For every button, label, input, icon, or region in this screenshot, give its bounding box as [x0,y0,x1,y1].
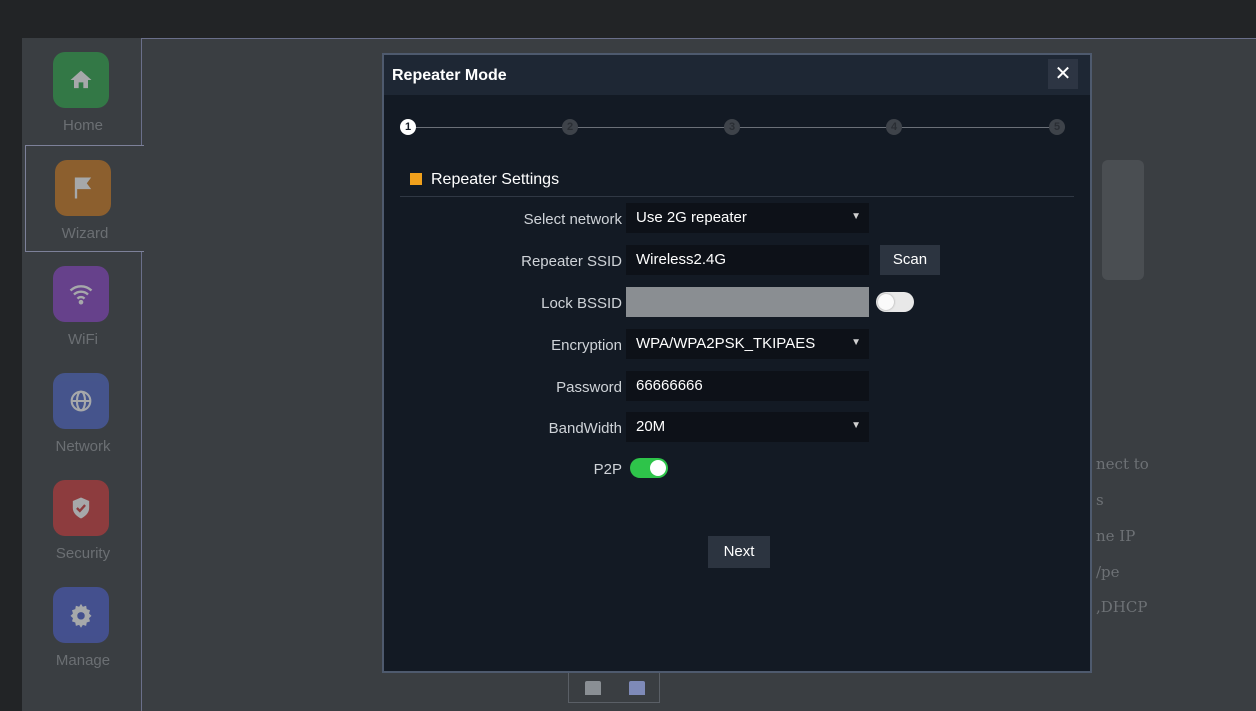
step-4: 4 [886,119,902,135]
sidebar-item-home[interactable]: Home [24,38,142,145]
chevron-down-icon: ▼ [851,420,861,431]
lan-port-icon [585,681,601,695]
encryption-dropdown[interactable]: WPA/WPA2PSK_TKIPAES ▼ [626,329,869,359]
bandwidth-label: BandWidth [548,420,622,437]
background-text: nect to [1096,455,1149,473]
p2p-label: P2P [593,461,622,478]
bandwidth-row: BandWidth 20M ▼ [384,412,1094,444]
password-row: Password 66666666 [384,371,1094,403]
step-1: 1 [400,119,416,135]
step-5: 5 [1049,119,1065,135]
content-top-border [142,38,1256,41]
select-network-dropdown[interactable]: Use 2G repeater ▼ [626,203,869,233]
dialog-header: Repeater Mode ✕ [384,55,1090,95]
repeater-ssid-label: Repeater SSID [521,253,622,270]
wan-port-icon [629,681,645,695]
chevron-down-icon: ▼ [851,211,861,222]
select-network-value: Use 2G repeater [636,209,747,226]
repeater-ssid-input[interactable]: Wireless2.4G [626,245,869,275]
next-button[interactable]: Next [708,536,770,568]
home-icon [53,52,109,108]
encryption-row: Encryption WPA/WPA2PSK_TKIPAES ▼ [384,329,1094,361]
background-text: /pe [1096,563,1120,581]
dialog-title: Repeater Mode [392,67,507,84]
toggle-knob [878,294,894,310]
sidebar-item-network[interactable]: Network [24,359,142,466]
sidebar-item-manage[interactable]: Manage [24,573,142,680]
encryption-value: WPA/WPA2PSK_TKIPAES [636,335,816,352]
wifi-icon [53,266,109,322]
chevron-down-icon: ▼ [851,337,861,348]
section-marker-icon [410,173,422,185]
repeater-mode-dialog: Repeater Mode ✕ 1 2 3 4 5 Repeater Setti… [382,53,1092,673]
sidebar-item-label: Home [62,117,103,134]
password-label: Password [556,379,622,396]
shield-icon [53,480,109,536]
background-card [1102,160,1144,280]
step-3: 3 [724,119,740,135]
background-text: ,DHCP [1096,598,1148,616]
sidebar-item-label: Wizard [61,225,109,242]
repeater-ssid-row: Repeater SSID Wireless2.4G Scan [384,245,1094,277]
lock-bssid-row: Lock BSSID [384,287,1094,319]
globe-icon [53,373,109,429]
step-indicator: 1 2 3 4 5 [400,119,1065,135]
encryption-label: Encryption [551,337,622,354]
flag-icon [55,160,111,216]
select-network-label: Select network [523,211,622,228]
toggle-knob [650,460,666,476]
background-text: ne IP [1096,527,1136,545]
section-header: Repeater Settings [400,171,1074,197]
section-title: Repeater Settings [431,171,560,188]
sidebar-item-label: WiFi [68,331,98,348]
select-network-row: Select network Use 2G repeater ▼ [384,203,1094,235]
lock-bssid-label: Lock BSSID [541,295,622,312]
lock-bssid-toggle[interactable] [876,292,914,312]
sidebar-item-label: Network [55,438,111,455]
bandwidth-dropdown[interactable]: 20M ▼ [626,412,869,442]
sidebar-item-label: Manage [55,652,111,669]
p2p-toggle[interactable] [630,458,668,478]
sidebar-item-security[interactable]: Security [24,466,142,573]
scan-button[interactable]: Scan [880,245,940,275]
sidebar: Home Wizard WiFi Network Security Manage [22,38,144,711]
lock-bssid-input[interactable] [626,287,869,317]
close-button[interactable]: ✕ [1048,59,1078,89]
sidebar-item-label: Security [55,545,111,562]
p2p-row: P2P [384,453,1094,485]
bandwidth-value: 20M [636,418,666,435]
port-status-panel [568,673,660,703]
sidebar-item-wifi[interactable]: WiFi [24,252,142,359]
gear-icon [53,587,109,643]
sidebar-item-wizard[interactable]: Wizard [25,145,144,252]
password-input[interactable]: 66666666 [626,371,869,401]
background-text: s [1096,491,1104,509]
step-2: 2 [562,119,578,135]
